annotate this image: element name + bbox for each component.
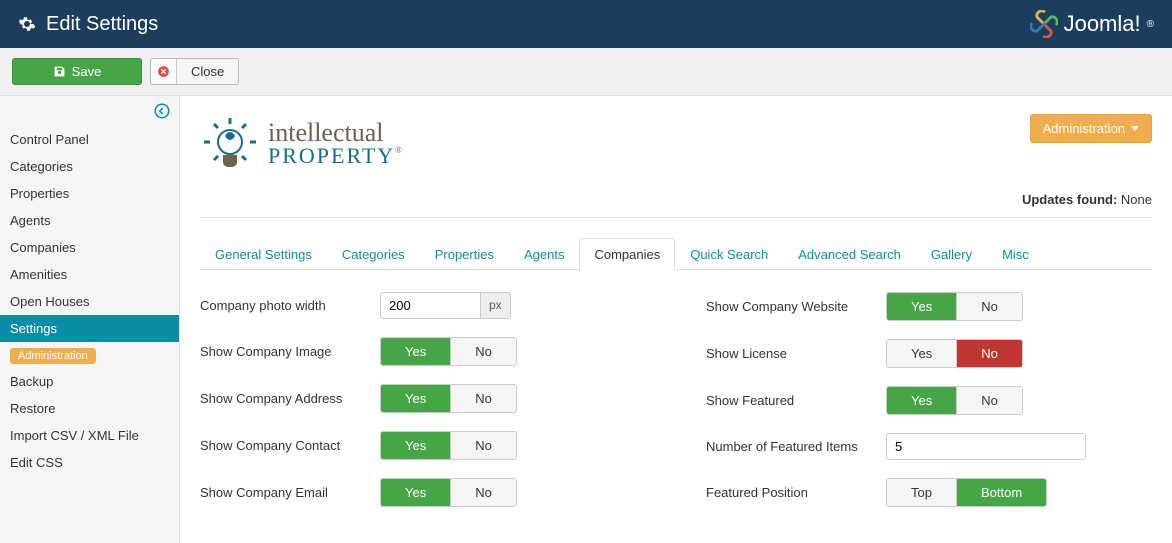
form-label: Featured Position	[706, 485, 886, 500]
form-row: Featured PositionTopBottom	[706, 478, 1152, 507]
input-addon: px	[480, 292, 511, 319]
caret-icon	[1131, 126, 1139, 131]
gear-icon	[18, 15, 36, 33]
toolbar: Save Close	[0, 48, 1172, 96]
form-row: Company photo width px	[200, 292, 646, 319]
form-row: Show FeaturedYesNo	[706, 386, 1152, 415]
form-label: Number of Featured Items	[706, 439, 886, 454]
main-content: intellectual PROPERTY® Administration Up…	[180, 96, 1172, 543]
page-title: Edit Settings	[46, 13, 158, 36]
administration-dropdown[interactable]: Administration	[1030, 114, 1152, 143]
toggle-yes[interactable]: Yes	[887, 293, 956, 320]
sidebar-item-edit-css[interactable]: Edit CSS	[0, 449, 179, 476]
tab-agents[interactable]: Agents	[509, 238, 579, 270]
toggle-show-company-email: YesNo	[380, 478, 517, 507]
toggle-top[interactable]: Top	[887, 479, 956, 506]
toggle-bottom[interactable]: Bottom	[956, 479, 1046, 506]
toggle-no[interactable]: No	[956, 340, 1022, 367]
tab-advanced-search[interactable]: Advanced Search	[783, 238, 916, 270]
toggle-yes[interactable]: Yes	[887, 387, 956, 414]
close-icon	[157, 65, 170, 78]
sidebar-item-backup[interactable]: Backup	[0, 368, 179, 395]
form-row: Show Company AddressYesNo	[200, 384, 646, 413]
form-label: Show Featured	[706, 393, 886, 408]
divider	[200, 217, 1152, 218]
sidebar-collapse-icon[interactable]	[153, 102, 171, 120]
toggle-show-company-image: YesNo	[380, 337, 517, 366]
toggle-yes[interactable]: Yes	[381, 432, 450, 459]
toggle-yes[interactable]: Yes	[381, 385, 450, 412]
toggle-featured-position: TopBottom	[886, 478, 1047, 507]
toggle-show-license: YesNo	[886, 339, 1023, 368]
sidebar-item-amenities[interactable]: Amenities	[0, 261, 179, 288]
form-row: Show Company ContactYesNo	[200, 431, 646, 460]
save-icon	[53, 65, 66, 78]
tab-properties[interactable]: Properties	[420, 238, 509, 270]
form-row: Number of Featured Items	[706, 433, 1152, 460]
joomla-icon	[1030, 10, 1058, 38]
sidebar-item-import-csv-xml-file[interactable]: Import CSV / XML File	[0, 422, 179, 449]
sidebar-item-open-houses[interactable]: Open Houses	[0, 288, 179, 315]
admin-dropdown-label: Administration	[1043, 121, 1125, 136]
tab-companies[interactable]: Companies	[579, 238, 675, 270]
sidebar-item-settings[interactable]: Settings	[0, 315, 179, 342]
tab-quick-search[interactable]: Quick Search	[675, 238, 783, 270]
sidebar-item-categories[interactable]: Categories	[0, 153, 179, 180]
toggle-show-company-contact: YesNo	[380, 431, 517, 460]
close-button[interactable]: Close	[150, 58, 239, 85]
toggle-no[interactable]: No	[450, 479, 516, 506]
sidebar-item-companies[interactable]: Companies	[0, 234, 179, 261]
toggle-yes[interactable]: Yes	[381, 479, 450, 506]
component-logo: intellectual PROPERTY®	[200, 114, 404, 174]
toggle-yes[interactable]: Yes	[887, 340, 956, 367]
form-label: Show License	[706, 346, 886, 361]
updates-label: Updates found:	[1022, 192, 1117, 207]
form-row: Show Company WebsiteYesNo	[706, 292, 1152, 321]
tab-gallery[interactable]: Gallery	[916, 238, 987, 270]
toggle-no[interactable]: No	[450, 385, 516, 412]
form-label: Show Company Contact	[200, 438, 380, 453]
input-company-photo-width[interactable]	[380, 292, 480, 319]
lightbulb-icon	[200, 114, 260, 174]
sidebar-item-restore[interactable]: Restore	[0, 395, 179, 422]
tab-general-settings[interactable]: General Settings	[200, 238, 327, 270]
form-label: Company photo width	[200, 298, 380, 313]
brand-text: Joomla!	[1064, 11, 1141, 37]
form-label: Show Company Website	[706, 299, 886, 314]
logo-line2: PROPERTY	[268, 143, 395, 168]
close-label: Close	[177, 59, 238, 84]
toggle-show-featured: YesNo	[886, 386, 1023, 415]
tab-misc[interactable]: Misc	[987, 238, 1044, 270]
settings-form: Company photo widthpxShow Company ImageY…	[200, 270, 1152, 525]
input-number-of-featured-items[interactable]	[886, 433, 1086, 460]
sidebar-badge: Administration	[10, 348, 96, 364]
form-label: Show Company Address	[200, 391, 380, 406]
tabs: General SettingsCategoriesPropertiesAgen…	[200, 238, 1152, 270]
topbar: Edit Settings Joomla!®	[0, 0, 1172, 48]
toggle-no[interactable]: No	[450, 432, 516, 459]
toggle-no[interactable]: No	[956, 387, 1022, 414]
sidebar-item-agents[interactable]: Agents	[0, 207, 179, 234]
toggle-no[interactable]: No	[956, 293, 1022, 320]
toggle-yes[interactable]: Yes	[381, 338, 450, 365]
form-label: Show Company Email	[200, 485, 380, 500]
save-label: Save	[72, 64, 102, 79]
toggle-show-company-address: YesNo	[380, 384, 517, 413]
brand-logo: Joomla!®	[1030, 10, 1154, 38]
sidebar-item-control-panel[interactable]: Control Panel	[0, 126, 179, 153]
tab-categories[interactable]: Categories	[327, 238, 420, 270]
form-row: Show Company EmailYesNo	[200, 478, 646, 507]
updates-value: None	[1121, 192, 1152, 207]
sidebar-item-properties[interactable]: Properties	[0, 180, 179, 207]
form-label: Show Company Image	[200, 344, 380, 359]
form-row: Show Company ImageYesNo	[200, 337, 646, 366]
save-button[interactable]: Save	[12, 58, 142, 85]
form-row: Show LicenseYesNo	[706, 339, 1152, 368]
toggle-no[interactable]: No	[450, 338, 516, 365]
sidebar: Control PanelCategoriesPropertiesAgentsC…	[0, 96, 180, 543]
updates-status: Updates found: None	[200, 192, 1152, 207]
toggle-show-company-website: YesNo	[886, 292, 1023, 321]
